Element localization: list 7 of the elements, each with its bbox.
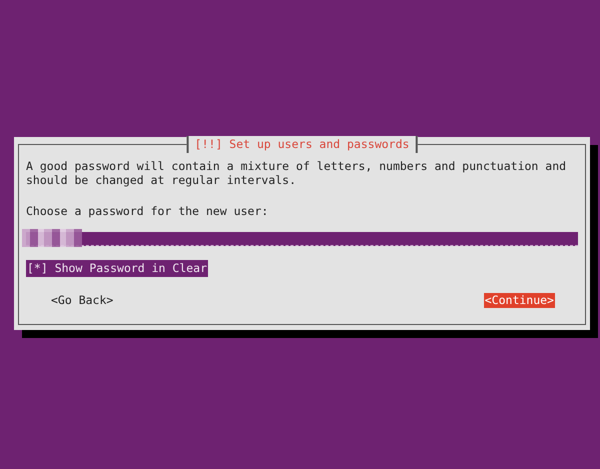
dialog-title: [!!] Set up users and passwords	[186, 136, 418, 154]
password-prompt: Choose a password for the new user:	[26, 204, 270, 218]
show-password-checkbox[interactable]: [*] Show Password in Clear	[26, 260, 208, 278]
pixelated-block	[22, 229, 82, 248]
dialog-button[interactable]: <Go Back>	[50, 293, 114, 308]
message-text: A good password will contain a mixture of letters, numbers and punctuation and should be changed at regular intervals.	[26, 159, 568, 188]
dialog-button[interactable]: <Continue>	[484, 293, 555, 308]
